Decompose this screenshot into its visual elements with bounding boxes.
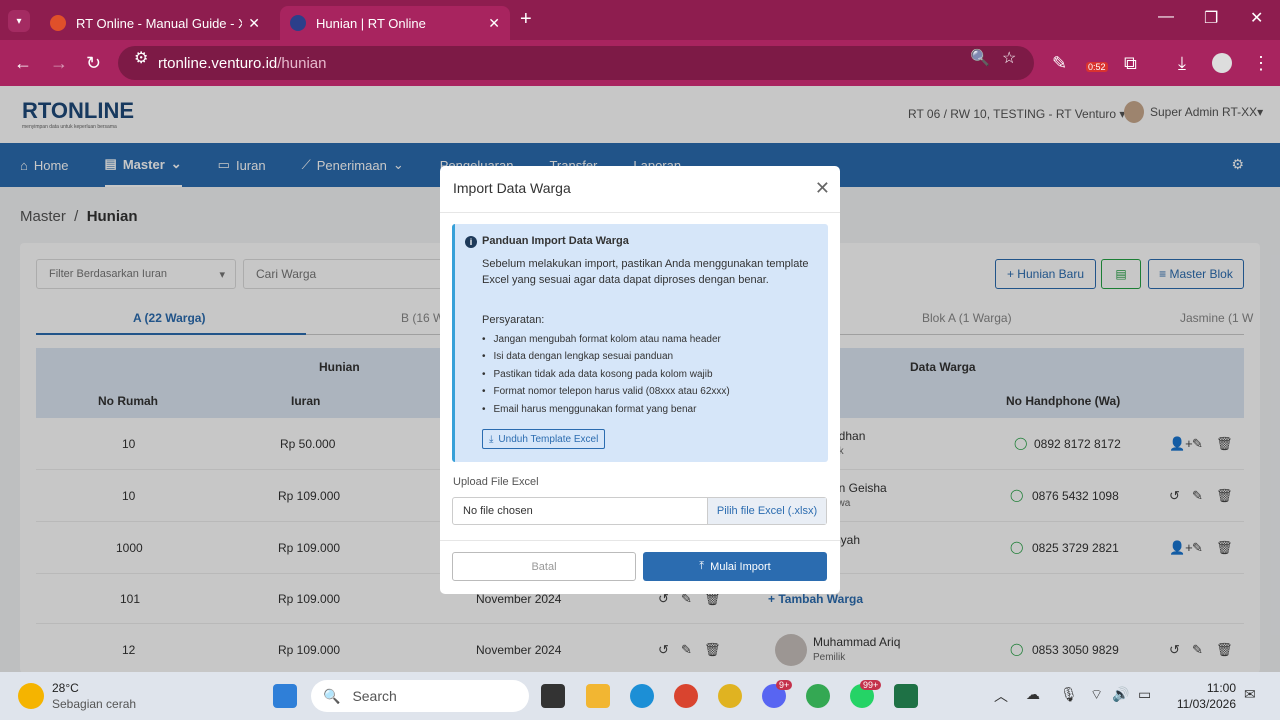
search-label: Search [352,688,397,704]
temperature: 28°C [52,681,79,695]
taskbar-search[interactable]: 🔍 Search [311,680,529,712]
import-modal: Import Data Warga ✕ i Panduan Import Dat… [440,166,840,594]
tab-title: RT Online - Manual Guide - Xm [76,15,243,31]
extensions-puzzle-icon[interactable]: ⧉ [1124,53,1137,74]
battery-icon[interactable]: ▭ [1138,686,1151,703]
list-item: Email harus menggunakan format yang bena… [482,404,730,421]
edge-icon[interactable] [630,684,654,708]
file-input[interactable]: No file chosen Pilih file Excel (.xlsx) [452,497,827,525]
bookmark-star-icon[interactable]: ☆ [1002,48,1016,68]
download-icon: ⤓ [489,433,494,445]
chrome-alt-icon[interactable] [806,684,830,708]
weather-sun-icon [18,683,44,709]
new-tab-button[interactable]: + [520,8,532,31]
microphone-icon[interactable]: 🎙 [1060,686,1078,703]
download-icon[interactable]: ⤓ [1178,53,1186,74]
menu-kebab-icon[interactable]: ⋮ [1252,53,1270,74]
close-icon[interactable]: ✕ [815,178,830,199]
guide-text: Sebelum melakukan import, pastikan Anda … [482,258,809,286]
url-host: rtonline.venturo.id [158,54,278,72]
divider [440,212,840,213]
excel-icon[interactable] [894,684,918,708]
pick-file-button[interactable]: Pilih file Excel (.xlsx) [707,498,826,524]
browser-tabstrip: ▾ RT Online - Manual Guide - Xm ✕ Hunian… [0,0,1280,40]
close-icon[interactable]: ✕ [248,15,260,32]
file-status: No file chosen [463,505,533,517]
windows-start-icon[interactable] [273,684,297,708]
date: 11/03/2026 [1176,697,1236,711]
notification-icon[interactable]: ✉ [1244,686,1256,703]
button-label: Unduh Template Excel [498,433,599,445]
clock[interactable]: 11:00 11/03/2026 [1174,680,1236,712]
taskbar: 28°C Sebagian cerah 🔍 Search 9+ 99+ ︿ ☁ 🎙 … [0,672,1280,720]
favicon-icon [50,15,66,31]
url-path: /hunian [277,54,327,72]
download-template-button[interactable]: ⤓ Unduh Template Excel [482,429,606,449]
tab-title: Hunian | RT Online [316,15,426,31]
list-item: Isi data dengan lengkap sesuai panduan [482,351,730,368]
tab-hunian[interactable]: Hunian | RT Online ✕ [280,6,510,40]
close-icon[interactable]: ✕ [488,15,500,32]
guide-alert: i Panduan Import Data Warga Sebelum mela… [452,224,828,462]
chevron-up-icon[interactable]: ︿ [994,686,1008,706]
list-item: Pastikan tidak ada data kosong pada kolo… [482,369,730,386]
weather-widget[interactable]: 28°C Sebagian cerah [18,680,136,712]
button-label: Batal [531,560,557,573]
chrome-icon[interactable] [718,684,742,708]
modal-title: Import Data Warga [453,180,571,196]
favicon-icon [290,15,306,31]
extension-feather-icon[interactable]: ✎ [1052,53,1067,74]
search-icon: 🔍 [323,687,341,704]
reload-icon[interactable]: ↻ [86,53,101,74]
site-info-icon[interactable]: ⚙ [134,48,148,68]
cancel-button[interactable]: Batal [452,552,636,581]
volume-icon[interactable]: 🔊 [1112,686,1129,703]
task-view-icon[interactable] [541,684,565,708]
zoom-icon[interactable]: 🔍 [970,48,990,68]
list-item: Format nomor telepon harus valid (08xxx … [482,386,730,403]
start-import-button[interactable]: ⤒ Mulai Import [643,552,827,581]
info-icon: i [465,236,477,248]
guide-title: Panduan Import Data Warga [482,235,629,247]
browser-toolbar: ← → ↻ rtonline.venturo.id/hunian ⚙ 🔍 ☆ ✎… [0,40,1280,86]
profile-avatar[interactable] [1212,53,1232,73]
tab-manual-guide[interactable]: RT Online - Manual Guide - Xm ✕ [40,6,270,40]
chrome-profile-icon[interactable] [674,684,698,708]
whatsapp-badge: 99+ [860,680,882,690]
button-label: Mulai Import [710,560,771,573]
file-explorer-icon[interactable] [586,684,610,708]
address-bar[interactable]: rtonline.venturo.id/hunian [118,46,1034,80]
weather-desc: Sebagian cerah [52,697,137,711]
extension-timer-icon[interactable]: 0:52 [1086,62,1108,72]
upload-icon: ⤒ [699,560,705,572]
tab-search-dropdown[interactable]: ▾ [8,10,30,32]
cloud-icon[interactable]: ☁ [1026,686,1040,703]
discord-badge: 9+ [776,680,793,690]
back-icon[interactable]: ← [14,53,32,74]
restore-icon[interactable]: ❐ [1204,8,1218,28]
requirements-list: Jangan mengubah format kolom atau nama h… [482,334,730,421]
window-close-icon[interactable]: ✕ [1250,8,1263,28]
requirements-title: Persyaratan: [482,314,545,326]
upload-label: Upload File Excel [453,476,539,488]
list-item: Jangan mengubah format kolom atau nama h… [482,334,730,351]
divider [440,540,840,541]
minimize-icon[interactable]: — [1158,8,1174,26]
wifi-icon[interactable]: ⌔ [1090,686,1103,704]
time: 11:00 [1206,681,1236,695]
forward-icon[interactable]: → [50,53,68,74]
